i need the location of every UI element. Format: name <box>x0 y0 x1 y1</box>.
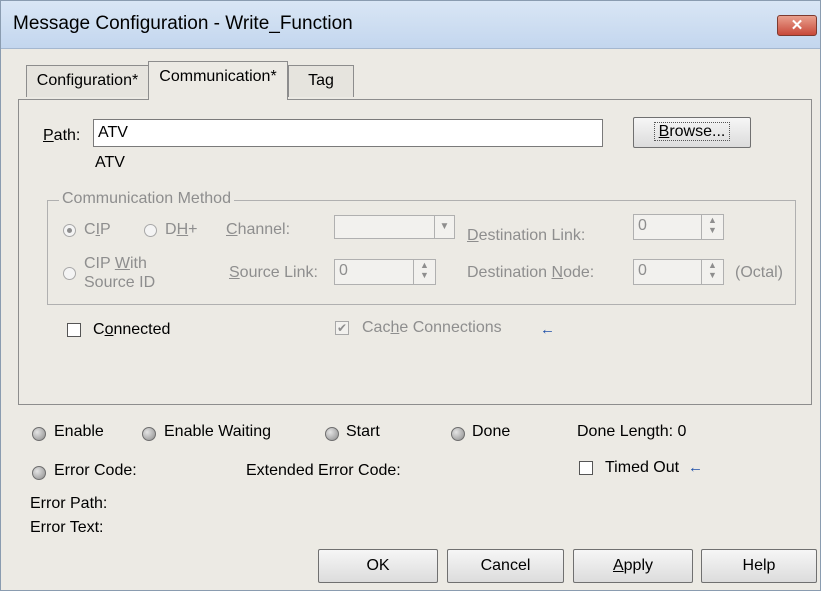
enable-indicator-icon <box>32 427 46 441</box>
destination-node-label: Destination Node: <box>467 264 595 281</box>
cache-connections-checkbox[interactable]: ✔ <box>335 321 349 335</box>
tab-communication-label: Communication* <box>159 68 277 85</box>
destination-link-value: 0 <box>638 217 647 234</box>
window-title: Message Configuration - Write_Function <box>13 13 353 34</box>
spin-down-icon[interactable]: ▼ <box>702 270 723 280</box>
source-link-spinner[interactable]: ▲ ▼ <box>413 260 435 284</box>
timed-out-checkbox[interactable] <box>579 461 593 475</box>
ok-button-label: OK <box>366 557 390 574</box>
close-button[interactable]: ✕ <box>777 15 817 36</box>
ok-button[interactable]: OK <box>318 549 438 583</box>
tab-configuration[interactable]: Configuration* <box>26 65 149 97</box>
done-status-label: Done <box>472 423 511 440</box>
done-length-label: Done Length: 0 <box>577 423 687 440</box>
title-bar[interactable]: Message Configuration - Write_Function ✕ <box>1 1 820 49</box>
cip-with-label: CIP With <box>84 255 147 272</box>
tab-communication[interactable]: Communication* <box>148 61 288 100</box>
destination-link-field[interactable]: 0 ▲ ▼ <box>633 214 724 240</box>
path-input[interactable]: ATV <box>93 119 603 147</box>
destination-link-spinner[interactable]: ▲ ▼ <box>701 215 723 239</box>
chevron-down-icon[interactable]: ▼ <box>434 216 454 238</box>
start-status-label: Start <box>346 423 380 440</box>
channel-label: Channel: <box>226 221 291 238</box>
source-link-label: Source Link: <box>229 264 318 281</box>
path-resolved-text: ATV <box>95 154 125 171</box>
close-icon: ✕ <box>790 17 804 34</box>
path-input-value: ATV <box>98 124 128 141</box>
tab-tag-label: Tag <box>308 72 334 89</box>
error-code-label: Error Code: <box>54 462 137 479</box>
source-link-field[interactable]: 0 ▲ ▼ <box>334 259 436 285</box>
arrow-left-icon: ← <box>688 459 703 476</box>
cip-radio[interactable] <box>63 224 76 237</box>
done-indicator-icon <box>451 427 465 441</box>
message-configuration-dialog: Message Configuration - Write_Function ✕… <box>0 0 821 591</box>
enable-waiting-status-label: Enable Waiting <box>164 423 272 440</box>
extended-error-code-label: Extended Error Code: <box>246 462 401 479</box>
browse-button-label: Browse... <box>653 122 731 141</box>
dh-plus-radio-label: DH+ <box>165 221 198 238</box>
channel-select[interactable]: ▼ <box>334 215 455 239</box>
spin-down-icon[interactable]: ▼ <box>414 270 435 280</box>
connected-label: Connected <box>93 321 171 338</box>
connected-checkbox[interactable] <box>67 323 81 337</box>
source-link-value: 0 <box>339 262 348 279</box>
tab-configuration-label: Configuration* <box>36 72 139 89</box>
destination-node-spinner[interactable]: ▲ ▼ <box>701 260 723 284</box>
spin-up-icon[interactable]: ▲ <box>702 215 723 225</box>
octal-label: (Octal) <box>735 264 783 281</box>
arrow-left-icon: ← <box>540 321 555 338</box>
communication-method-label: Communication Method <box>59 190 234 208</box>
source-id-label: Source ID <box>84 274 156 291</box>
cache-connections-label: Cache Connections <box>362 319 502 336</box>
apply-button[interactable]: Apply <box>573 549 693 583</box>
tab-tag[interactable]: Tag <box>288 65 354 97</box>
help-button-label: Help <box>742 557 776 574</box>
error-text-label: Error Text: <box>30 519 104 536</box>
help-button[interactable]: Help <box>701 549 817 583</box>
destination-node-field[interactable]: 0 ▲ ▼ <box>633 259 724 285</box>
timed-out-label: Timed Out <box>605 459 680 476</box>
error-code-indicator-icon <box>32 466 46 480</box>
start-indicator-icon <box>325 427 339 441</box>
cancel-button[interactable]: Cancel <box>447 549 564 583</box>
cancel-button-label: Cancel <box>480 557 531 574</box>
browse-button[interactable]: Browse... <box>633 117 751 148</box>
enable-status-label: Enable <box>54 423 104 440</box>
destination-link-label: Destination Link: <box>467 227 586 244</box>
error-path-label: Error Path: <box>30 495 108 512</box>
spin-up-icon[interactable]: ▲ <box>702 260 723 270</box>
spin-up-icon[interactable]: ▲ <box>414 260 435 270</box>
cip-with-source-id-radio[interactable] <box>63 267 76 280</box>
path-label: Path: <box>43 127 81 144</box>
cip-radio-label: CIP <box>84 221 111 238</box>
apply-button-label: Apply <box>612 557 654 574</box>
enable-waiting-indicator-icon <box>142 427 156 441</box>
destination-node-value: 0 <box>638 262 647 279</box>
spin-down-icon[interactable]: ▼ <box>702 225 723 235</box>
dh-plus-radio[interactable] <box>144 224 157 237</box>
